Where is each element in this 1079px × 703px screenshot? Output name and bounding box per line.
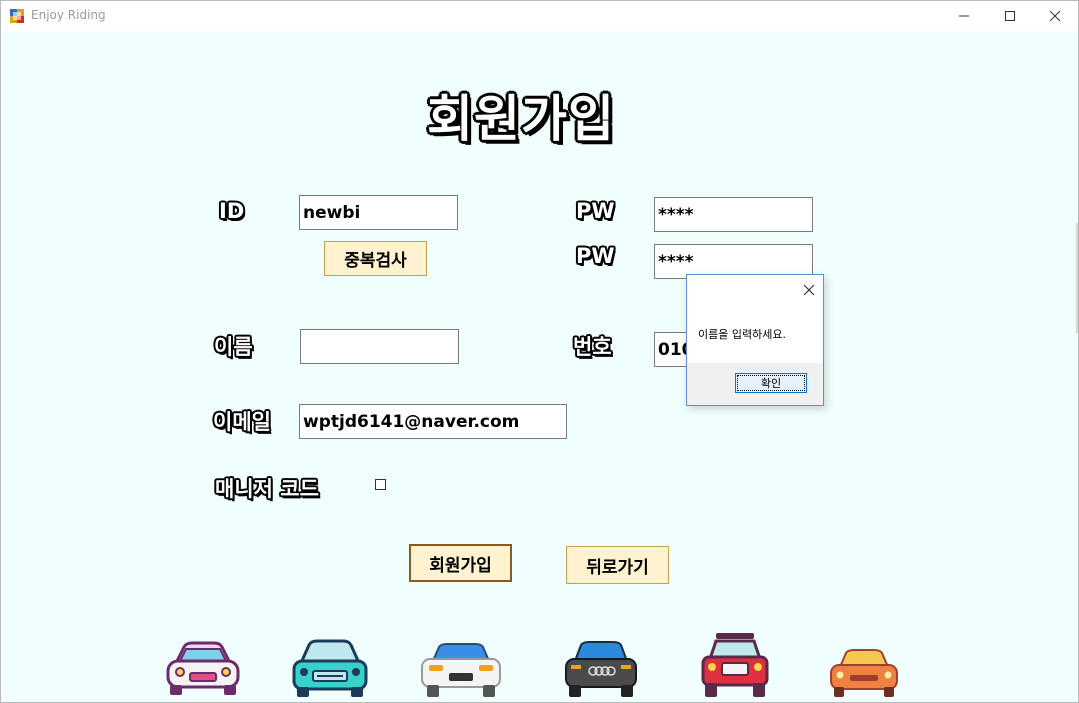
edge-divider	[1076, 223, 1078, 333]
manager-code-checkbox[interactable]	[375, 479, 386, 490]
message-dialog: 이름을 입력하세요. 확인	[686, 274, 824, 406]
car-icon	[565, 641, 637, 697]
pw-label: PW	[576, 199, 615, 223]
back-button[interactable]: 뒤로가기	[566, 546, 669, 584]
id-label: ID	[219, 199, 245, 223]
email-label: 이메일	[213, 410, 271, 434]
car-icon	[830, 649, 898, 697]
name-input[interactable]	[300, 329, 459, 364]
maximize-icon	[1005, 11, 1015, 21]
pw-confirm-label: PW	[576, 244, 615, 268]
page-title: 회원가입	[427, 90, 615, 148]
manager-code-label: 매니저 코드	[215, 477, 319, 501]
duplicate-check-button[interactable]: 중복검사	[324, 241, 427, 276]
dialog-footer: 확인	[687, 363, 823, 405]
name-label: 이름	[214, 335, 253, 359]
app-icon	[10, 9, 24, 23]
minimize-icon	[959, 15, 969, 17]
car-icon	[421, 643, 501, 697]
close-button[interactable]	[1032, 1, 1078, 31]
dialog-message: 이름을 입력하세요.	[698, 328, 786, 341]
pw-input[interactable]: ****	[654, 197, 813, 232]
window-title: Enjoy Riding	[31, 8, 106, 22]
maximize-button[interactable]	[987, 1, 1033, 31]
phone-label: 번호	[573, 335, 612, 359]
id-input[interactable]: newbi	[299, 195, 458, 230]
minimize-button[interactable]	[941, 1, 987, 31]
app-window: Enjoy Riding 회원가입 ID newbi 중복검사 PW **** …	[0, 0, 1079, 703]
close-icon[interactable]	[801, 282, 817, 298]
car-icon	[701, 633, 769, 697]
close-icon	[1049, 10, 1061, 22]
car-icon	[292, 639, 368, 697]
signup-button[interactable]: 회원가입	[409, 544, 512, 582]
car-icon	[166, 641, 240, 695]
ok-button[interactable]: 확인	[735, 373, 807, 393]
email-input[interactable]: wptjd6141@naver.com	[299, 404, 567, 439]
title-bar[interactable]: Enjoy Riding	[1, 1, 1078, 31]
